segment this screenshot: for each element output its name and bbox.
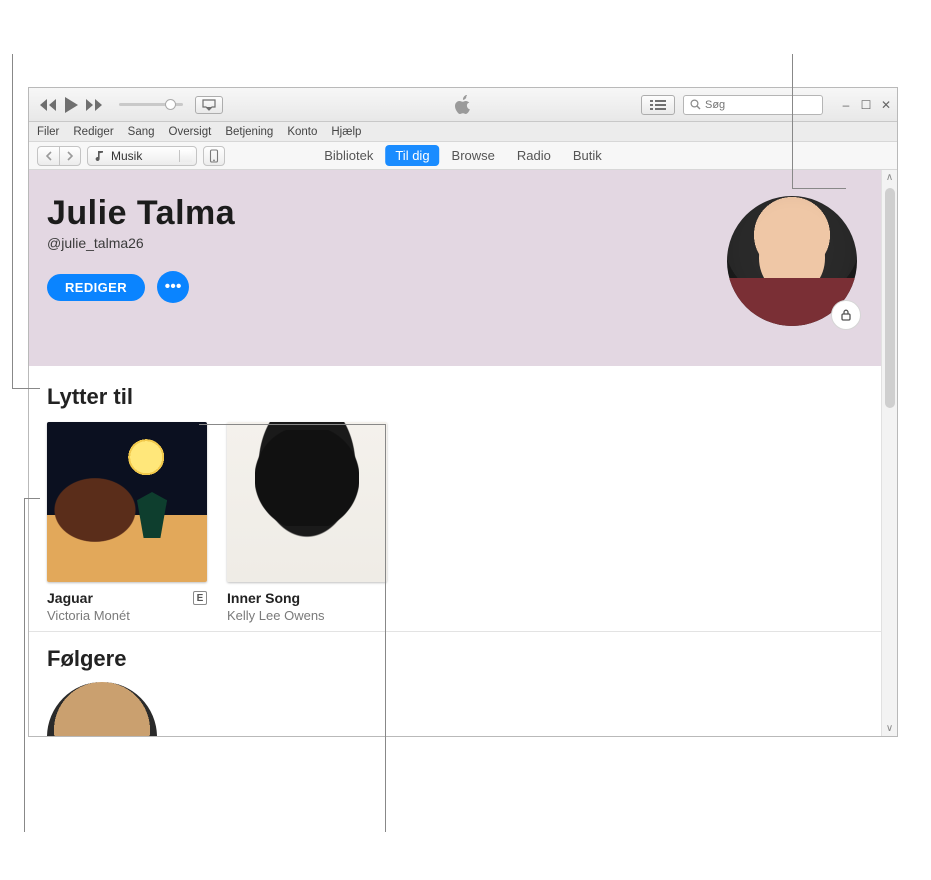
- callout-line: [792, 54, 793, 188]
- menu-item[interactable]: Sang: [128, 126, 155, 138]
- tab-radio[interactable]: Radio: [507, 145, 561, 166]
- menu-item[interactable]: Hjælp: [331, 126, 361, 138]
- history-nav: [37, 146, 81, 166]
- scroll-up-arrow-icon[interactable]: ∧: [886, 172, 893, 183]
- playback-controls: [39, 96, 103, 114]
- nav-forward-button[interactable]: [59, 146, 81, 166]
- window-controls: – ☐ ✕: [841, 99, 891, 111]
- scroll-down-arrow-icon[interactable]: ∨: [886, 723, 893, 734]
- callout-line: [199, 424, 385, 425]
- scroll-thumb[interactable]: [885, 188, 895, 408]
- play-icon[interactable]: [63, 96, 79, 114]
- music-note-icon: [94, 150, 105, 162]
- menu-item[interactable]: Rediger: [73, 126, 113, 138]
- album-cover[interactable]: [47, 422, 207, 582]
- section-heading-listening: Lytter til: [47, 384, 863, 410]
- apple-logo-icon: [454, 95, 472, 115]
- content-scroll-view[interactable]: Julie Talma @julie_talma26 REDIGER •••: [29, 170, 881, 736]
- source-select-label: Musik: [111, 149, 142, 163]
- nav-back-button[interactable]: [37, 146, 59, 166]
- nav-bar: Musik ▴▾ Bibliotek Til dig Browse Radio …: [29, 142, 897, 170]
- titlebar-right-cluster: – ☐ ✕: [641, 95, 891, 115]
- album-artist: Victoria Monét: [47, 608, 207, 623]
- callout-line: [12, 54, 13, 388]
- list-view-button[interactable]: [641, 95, 675, 115]
- window-minimize-button[interactable]: –: [841, 99, 851, 111]
- vertical-scrollbar[interactable]: ∧ ∨: [881, 170, 897, 736]
- itunes-window: – ☐ ✕ Filer Rediger Sang Oversigt Betjen…: [28, 87, 898, 737]
- next-track-icon[interactable]: [85, 98, 103, 112]
- section-heading-followers: Følgere: [47, 646, 863, 672]
- lock-icon: [839, 308, 853, 322]
- window-close-button[interactable]: ✕: [881, 99, 891, 111]
- album-artist: Kelly Lee Owens: [227, 608, 387, 623]
- search-icon: [690, 99, 701, 110]
- previous-track-icon[interactable]: [39, 98, 57, 112]
- window-maximize-button[interactable]: ☐: [861, 99, 871, 111]
- volume-slider[interactable]: [119, 103, 183, 106]
- profile-banner: Julie Talma @julie_talma26 REDIGER •••: [29, 170, 881, 366]
- privacy-lock-badge[interactable]: [831, 300, 861, 330]
- callout-line: [12, 388, 40, 389]
- select-chevrons-icon: ▴▾: [187, 150, 191, 162]
- section-followers: Følgere: [29, 632, 881, 736]
- callout-line: [24, 498, 40, 499]
- follower-avatar[interactable]: [47, 682, 157, 736]
- tab-library[interactable]: Bibliotek: [314, 145, 383, 166]
- menu-item[interactable]: Filer: [37, 126, 59, 138]
- profile-avatar-wrap: [727, 196, 857, 326]
- explicit-badge: E: [193, 591, 207, 605]
- callout-line: [385, 424, 386, 832]
- tab-store[interactable]: Butik: [563, 145, 612, 166]
- volume-thumb[interactable]: [165, 99, 176, 110]
- content-area: Julie Talma @julie_talma26 REDIGER •••: [29, 170, 897, 736]
- album-cover[interactable]: [227, 422, 387, 582]
- album-title: Inner Song: [227, 590, 300, 606]
- menu-item[interactable]: Konto: [287, 126, 317, 138]
- callout-line: [24, 498, 25, 832]
- menu-item[interactable]: Betjening: [225, 126, 273, 138]
- album-card[interactable]: Inner Song Kelly Lee Owens: [227, 422, 387, 623]
- search-input[interactable]: [705, 99, 816, 111]
- airplay-button[interactable]: [195, 96, 223, 114]
- title-bar: – ☐ ✕: [29, 88, 897, 122]
- album-title: Jaguar: [47, 590, 93, 606]
- tab-for-you[interactable]: Til dig: [385, 145, 439, 166]
- edit-profile-button[interactable]: REDIGER: [47, 274, 145, 301]
- search-field[interactable]: [683, 95, 823, 115]
- source-select[interactable]: Musik ▴▾: [87, 146, 197, 166]
- menu-bar: Filer Rediger Sang Oversigt Betjening Ko…: [29, 122, 897, 142]
- album-card[interactable]: Jaguar E Victoria Monét: [47, 422, 207, 623]
- more-options-button[interactable]: •••: [157, 271, 189, 303]
- volume-track[interactable]: [119, 103, 183, 106]
- section-listening: Lytter til Jaguar E Victoria Monét: [29, 366, 881, 632]
- device-button[interactable]: [203, 146, 225, 166]
- content-tabs: Bibliotek Til dig Browse Radio Butik: [314, 145, 612, 166]
- callout-line: [792, 188, 846, 189]
- tab-browse[interactable]: Browse: [442, 145, 505, 166]
- menu-item[interactable]: Oversigt: [169, 126, 212, 138]
- album-row: Jaguar E Victoria Monét Inner Song Kelly…: [47, 422, 863, 623]
